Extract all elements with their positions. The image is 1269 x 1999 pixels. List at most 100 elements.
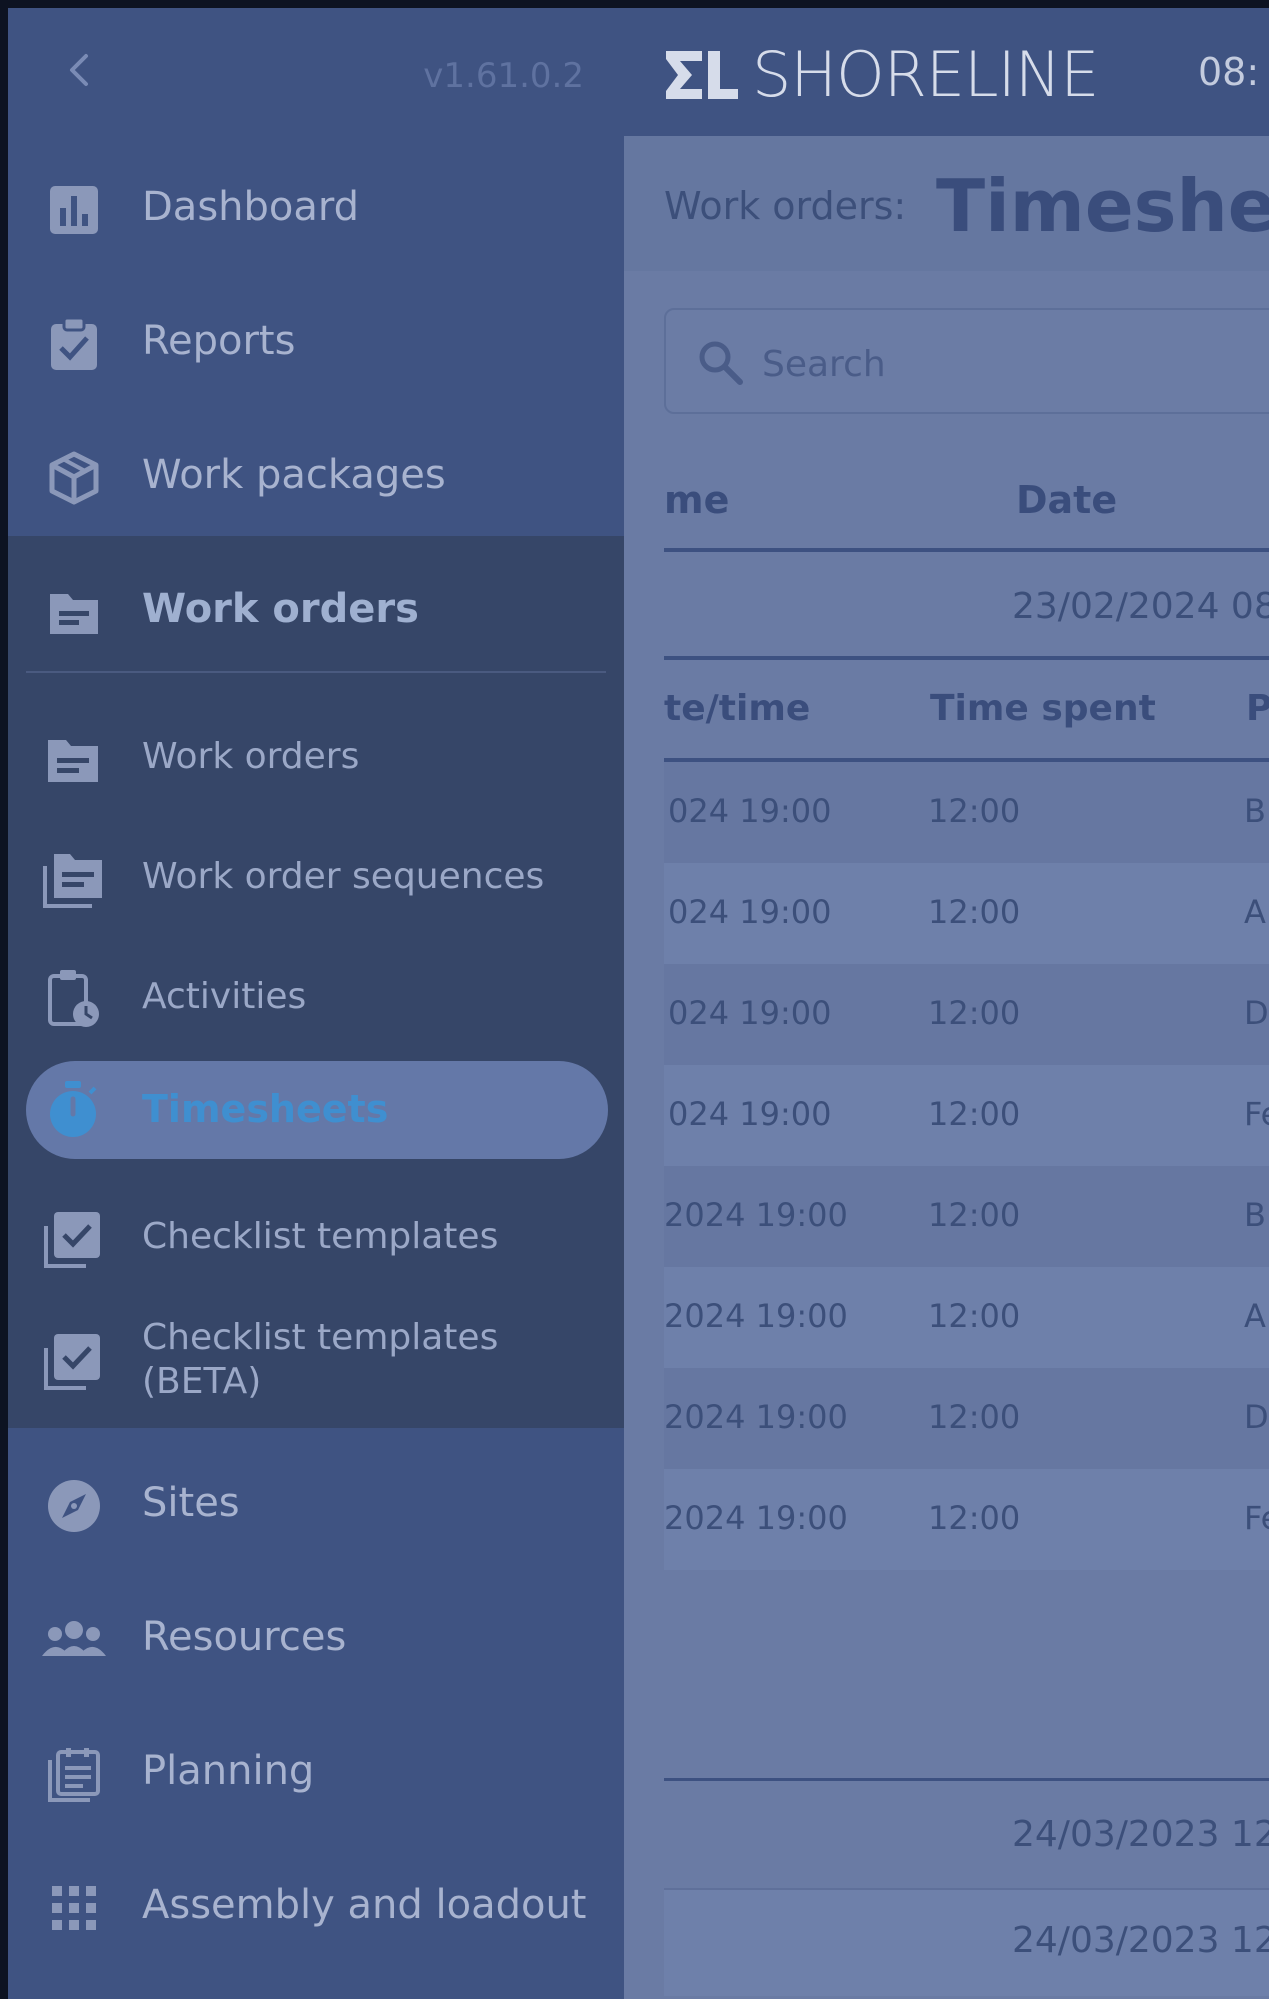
checklist-icon — [44, 1334, 100, 1390]
cell-datetime: 024 19:00 — [668, 1095, 832, 1133]
nav-item-checklist-templates[interactable]: Checklist templates — [8, 1178, 624, 1298]
column-header-datetime[interactable]: te/time — [664, 688, 810, 729]
item-date: 24/03/2023 12: — [1012, 1814, 1269, 1855]
item-date: 24/03/2023 12: — [1012, 1920, 1269, 1961]
page-title: Timesheet — [936, 164, 1269, 248]
list-item[interactable]: 24/03/2023 12: — [664, 1890, 1269, 1996]
people-icon — [42, 1621, 106, 1656]
nav-item-resources[interactable]: Resources — [8, 1572, 624, 1706]
nav-section-work-orders[interactable]: Work orders — [8, 544, 624, 678]
list-item[interactable]: 24/03/2023 12: — [664, 1782, 1269, 1888]
package-icon — [49, 451, 99, 505]
cell-p: B — [1244, 792, 1266, 830]
bottom-divider — [664, 1778, 1269, 1781]
stopwatch-icon — [50, 1081, 97, 1137]
nav-label: Assembly and loadout — [142, 1882, 587, 1928]
cell-time-spent: 12:00 — [928, 893, 1021, 931]
cell-datetime: 024 19:00 — [668, 994, 832, 1032]
table-row[interactable]: 024 19:00 12:00 B — [664, 762, 1269, 863]
folder-icon — [48, 740, 98, 782]
cell-datetime: 2024 19:00 — [664, 1398, 848, 1436]
nav-item-reports[interactable]: Reports — [8, 276, 624, 410]
table-row[interactable]: 2024 19:00 12:00 B — [664, 1166, 1269, 1267]
nav-label: Reports — [142, 318, 296, 364]
cell-p: D — [1244, 994, 1269, 1032]
table-row[interactable]: 024 19:00 12:00 D — [664, 964, 1269, 1065]
clock-display: 08: — [1198, 50, 1260, 94]
cell-datetime: 2024 19:00 — [664, 1499, 848, 1537]
clipboard-clock-icon — [48, 970, 99, 1027]
nav-item-timesheets[interactable]: Timesheets — [26, 1061, 608, 1159]
clipboard-check-icon — [51, 316, 97, 370]
folder-stack-icon — [43, 854, 102, 908]
cell-datetime: 024 19:00 — [668, 893, 832, 931]
cell-time-spent: 12:00 — [928, 792, 1021, 830]
section-divider — [26, 671, 606, 673]
cell-p: A — [1244, 1297, 1266, 1335]
nav-item-dashboard[interactable]: Dashboard — [8, 142, 624, 276]
cell-datetime: 2024 19:00 — [664, 1297, 848, 1335]
folder-icon — [50, 594, 98, 634]
nav-label: Work order sequences — [142, 856, 545, 897]
group-date: 23/02/2024 08: — [1012, 586, 1269, 627]
nav-label: Checklist templates (BETA) — [142, 1317, 499, 1402]
table-row[interactable]: 2024 19:00 12:00 D — [664, 1368, 1269, 1469]
column-header-name[interactable]: me — [664, 478, 729, 522]
nav-item-sites[interactable]: Sites — [8, 1438, 624, 1572]
cell-datetime: 2024 19:00 — [664, 1196, 848, 1234]
nav-item-work-orders[interactable]: Work orders — [8, 698, 624, 818]
cell-p: D — [1244, 1398, 1269, 1436]
grid-icon — [52, 1886, 96, 1930]
column-header-date[interactable]: Date — [1016, 478, 1117, 522]
drawer-header: v1.61.0.2 — [8, 8, 624, 136]
cell-p: A — [1244, 893, 1266, 931]
search-input[interactable]: Search — [664, 308, 1269, 414]
app-root: SHORELINE 08: Work orders: Timesheet Sea… — [8, 8, 1269, 1999]
table-row[interactable]: 2024 19:00 12:00 A — [664, 1267, 1269, 1368]
group-divider — [664, 656, 1269, 660]
page-header: Work orders: Timesheet — [624, 136, 1269, 271]
app-version: v1.61.0.2 — [423, 56, 584, 96]
chevron-left-icon[interactable] — [58, 48, 102, 92]
nav-label: Dashboard — [142, 184, 360, 230]
nav-label: Sites — [142, 1480, 240, 1526]
nav-item-work-packages[interactable]: Work packages — [8, 410, 624, 544]
planning-icon — [48, 1748, 100, 1802]
table-row[interactable]: 2024 19:00 12:00 Fe — [664, 1469, 1269, 1570]
cell-time-spent: 12:00 — [928, 1095, 1021, 1133]
nav-item-work-order-sequences[interactable]: Work order sequences — [8, 818, 624, 938]
nav-label: Work orders — [142, 736, 360, 777]
navigation-drawer: v1.61.0.2 Dashboard Reports Work package… — [8, 8, 624, 1999]
search-icon — [699, 341, 743, 385]
cell-p: Fe — [1244, 1499, 1269, 1537]
table-row[interactable]: 024 19:00 12:00 Fe — [664, 1065, 1269, 1166]
brand-name: SHORELINE — [752, 38, 1099, 111]
cell-p: Fe — [1244, 1095, 1269, 1133]
table-row[interactable]: 024 19:00 12:00 A — [664, 863, 1269, 964]
nav-label: Work orders — [142, 586, 419, 632]
cell-p: B — [1244, 1196, 1266, 1234]
brand-logo: SHORELINE — [662, 38, 1099, 111]
nav-item-checklist-templates-beta[interactable]: Checklist templates (BETA) — [8, 1294, 624, 1428]
nav-item-assembly-and-loadout[interactable]: Assembly and loadout — [8, 1840, 624, 1974]
header-divider — [664, 548, 1269, 552]
nav-item-planning[interactable]: Planning — [8, 1706, 624, 1840]
nav-item-activities[interactable]: Activities — [8, 938, 624, 1058]
nav-label: Timesheets — [142, 1087, 389, 1131]
shoreline-logo-icon — [666, 50, 738, 99]
cell-time-spent: 12:00 — [928, 1398, 1021, 1436]
nav-label: Planning — [142, 1748, 315, 1794]
chart-icon — [50, 186, 98, 234]
nav-label: Checklist templates — [142, 1216, 499, 1257]
nav-label: Activities — [142, 976, 307, 1017]
column-header-p[interactable]: P — [1246, 688, 1269, 729]
page-title-prefix: Work orders: — [664, 184, 907, 228]
column-header-time-spent[interactable]: Time spent — [930, 688, 1156, 729]
cell-time-spent: 12:00 — [928, 994, 1021, 1032]
search-placeholder: Search — [762, 344, 886, 385]
cell-datetime: 024 19:00 — [668, 792, 832, 830]
cell-time-spent: 12:00 — [928, 1297, 1021, 1335]
cell-time-spent: 12:00 — [928, 1196, 1021, 1234]
cell-time-spent: 12:00 — [928, 1499, 1021, 1537]
nav-label: Resources — [142, 1614, 347, 1660]
